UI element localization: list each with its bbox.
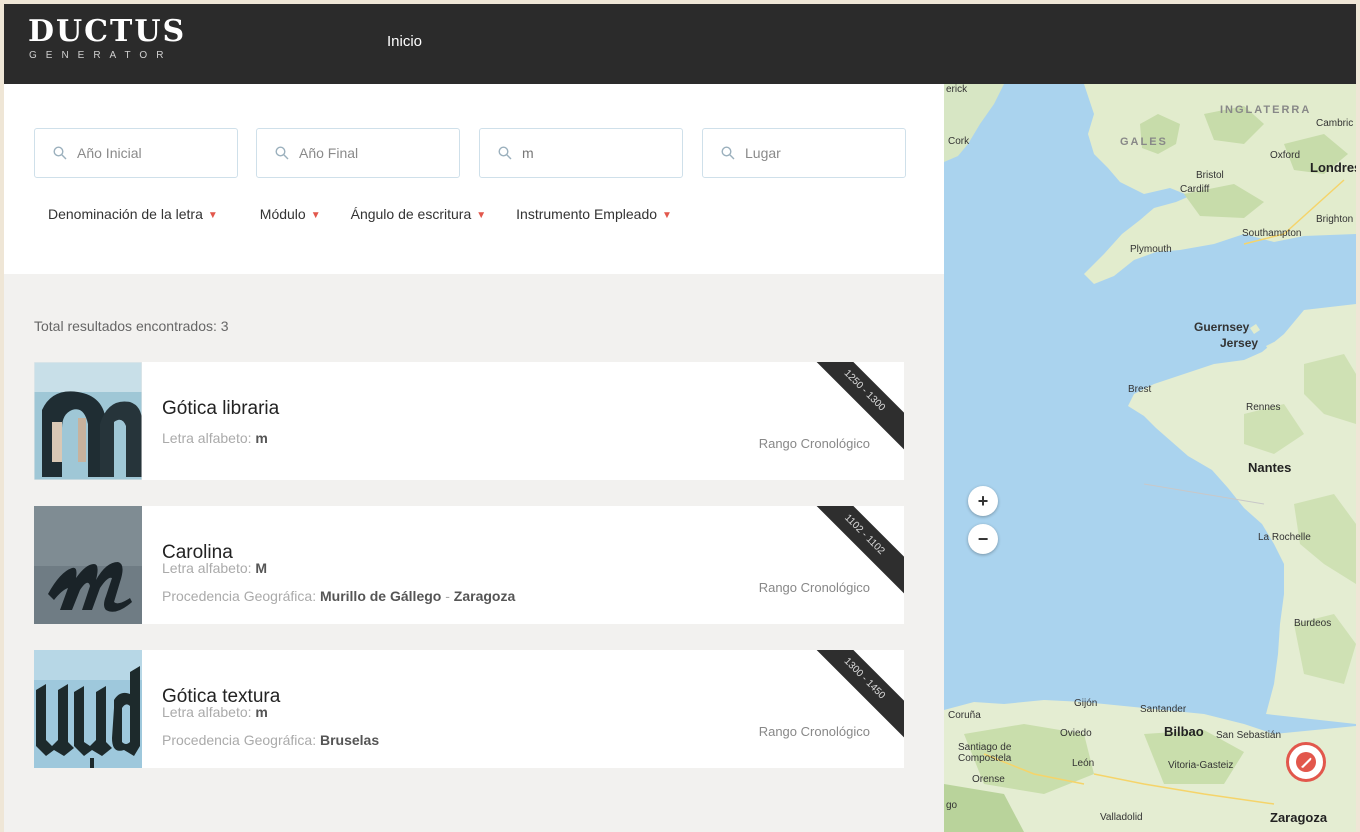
filter-label: Ángulo de escritura [350, 206, 472, 222]
origin-label: Procedencia Geográfica: [162, 732, 317, 748]
filter-label: Módulo [259, 206, 306, 222]
map-label: Nantes [1248, 460, 1292, 475]
end-year-field[interactable] [256, 128, 460, 178]
letter-label: Letra alfabeto: [162, 560, 252, 576]
letter-value: M [255, 560, 268, 576]
map-label: Guernsey [1194, 320, 1250, 334]
map-label: Zaragoza [1270, 810, 1328, 825]
place-input[interactable] [745, 145, 885, 161]
map-label: Gijón [1074, 698, 1098, 709]
map-label: Oxford [1270, 150, 1301, 161]
logo[interactable]: DUCTUS GENERATOR [28, 14, 187, 62]
filter-label: Denominación de la letra [48, 206, 203, 222]
map-marker-pin[interactable] [1286, 742, 1326, 782]
zoom-out-button[interactable]: − [968, 524, 998, 554]
range-label: Rango Cronológico [758, 724, 870, 739]
map-label: Plymouth [1130, 244, 1172, 255]
chevron-down-icon: ▼ [310, 209, 321, 221]
letter-input[interactable] [522, 145, 662, 161]
map-label: Brighton [1316, 214, 1354, 225]
filter-module[interactable]: Módulo ▼ [260, 206, 321, 222]
letter-label: Letra alfabeto: [162, 704, 252, 720]
search-icon [53, 146, 67, 160]
search-icon [721, 146, 735, 160]
map-label: Oviedo [1060, 728, 1092, 739]
map-label: Cork [948, 136, 970, 147]
result-card[interactable]: Carolina Letra alfabeto: M Procedencia G… [34, 506, 904, 624]
map-label: Brest [1128, 384, 1152, 395]
map-label: Santander [1140, 704, 1187, 715]
quill-icon [1296, 752, 1316, 772]
card-letter-line: Letra alfabeto: m [162, 704, 268, 720]
letter-thumbnail [34, 650, 142, 768]
logo-subtitle: GENERATOR [29, 50, 173, 61]
chevron-down-icon: ▼ [207, 209, 218, 221]
origin-region: Zaragoza [453, 588, 516, 604]
map-label: go [946, 800, 958, 811]
results-panel: Total resultados encontrados: 3 Gótica l… [4, 274, 944, 832]
results-count: Total resultados encontrados: 3 [34, 318, 229, 334]
map-label: La Rochelle [1258, 532, 1311, 543]
map[interactable]: erick INGLATERRA Cambric GALES Cork Oxfo… [944, 84, 1356, 832]
filter-instrument[interactable]: Instrumento Empleado ▼ [516, 206, 672, 222]
map-label: León [1072, 758, 1095, 769]
map-base [944, 84, 1356, 832]
card-letter-line: Letra alfabeto: m [162, 430, 268, 446]
map-label: Burdeos [1294, 618, 1332, 629]
result-card[interactable]: Gótica libraria Letra alfabeto: m Rango … [34, 362, 904, 480]
range-label: Rango Cronológico [758, 580, 870, 595]
letter-thumbnail [34, 506, 142, 624]
result-card[interactable]: Gótica textura Letra alfabeto: m Procede… [34, 650, 904, 768]
map-label: Bilbao [1164, 724, 1204, 739]
map-label: INGLATERRA [1220, 104, 1312, 116]
card-origin-line: Procedencia Geográfica: Bruselas [162, 732, 379, 748]
logo-title: DUCTUS [28, 14, 187, 49]
letter-field[interactable] [479, 128, 683, 178]
map-label: Valladolid [1100, 812, 1143, 823]
search-icon [275, 146, 289, 160]
map-label: Bristol [1196, 170, 1224, 181]
map-label: Santiago de Compostela [958, 742, 1012, 764]
map-label: Orense [972, 774, 1005, 785]
chevron-down-icon: ▼ [476, 209, 487, 221]
letter-value: m [255, 704, 268, 720]
map-label: Rennes [1246, 402, 1281, 413]
range-label: Rango Cronológico [758, 436, 870, 451]
filter-bar: Denominación de la letra ▼ Módulo ▼ Ángu… [48, 206, 672, 222]
map-label: Jersey [1220, 336, 1259, 350]
start-year-input[interactable] [77, 145, 217, 161]
end-year-input[interactable] [299, 145, 439, 161]
top-navbar: DUCTUS GENERATOR Inicio [4, 4, 1356, 84]
letter-label: Letra alfabeto: [162, 430, 252, 446]
letter-value: m [255, 430, 268, 446]
map-label: Cambric [1316, 118, 1354, 129]
map-label: Vitoria-Gasteiz [1168, 760, 1234, 771]
filter-letter-name[interactable]: Denominación de la letra ▼ [48, 206, 218, 222]
map-label: San Sebastián [1216, 730, 1282, 741]
origin-place: Murillo de Gállego [319, 588, 442, 604]
app-frame: DUCTUS GENERATOR Inicio Denominación de … [4, 4, 1356, 832]
search-panel: Denominación de la letra ▼ Módulo ▼ Ángu… [4, 84, 944, 274]
card-title: Gótica libraria [162, 398, 280, 419]
start-year-field[interactable] [34, 128, 238, 178]
chevron-down-icon: ▼ [662, 209, 672, 221]
place-field[interactable] [702, 128, 906, 178]
letter-thumbnail [34, 362, 142, 480]
filter-writing-angle[interactable]: Ángulo de escritura ▼ [351, 206, 487, 222]
card-origin-line: Procedencia Geográfica: Murillo de Gálle… [162, 588, 515, 604]
map-label: GALES [1120, 136, 1168, 148]
zoom-in-button[interactable]: + [968, 486, 998, 516]
map-label: Londres [1310, 160, 1356, 175]
nav-link-inicio[interactable]: Inicio [387, 33, 422, 50]
map-label: Coruña [948, 710, 981, 721]
map-label: Southampton [1242, 228, 1302, 239]
origin-place: Bruselas [319, 732, 380, 748]
origin-separator: - [445, 588, 450, 604]
map-label: erick [946, 84, 968, 95]
origin-label: Procedencia Geográfica: [162, 588, 317, 604]
filter-label: Instrumento Empleado [516, 206, 658, 222]
search-icon [498, 146, 512, 160]
map-label: Cardiff [1180, 184, 1210, 195]
card-letter-line: Letra alfabeto: M [162, 560, 267, 576]
